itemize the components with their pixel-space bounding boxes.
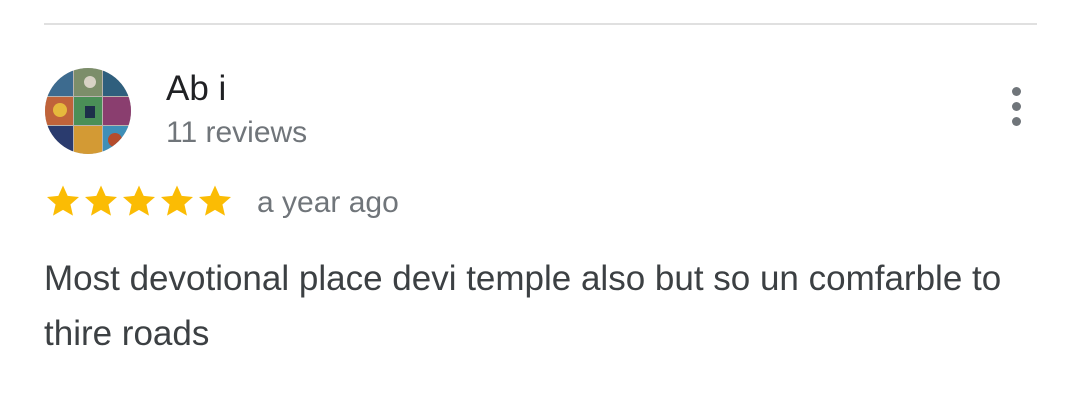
star-rating — [44, 181, 234, 221]
more-vert-icon-dot — [1011, 116, 1021, 126]
review-count: 11 reviews — [166, 116, 308, 149]
more-vert-icon-dot — [1011, 86, 1021, 96]
review-date: a year ago — [257, 186, 399, 219]
author-name[interactable]: Ab i — [166, 68, 226, 110]
review-text: Most devotional place devi temple also b… — [44, 259, 1002, 353]
star-icon — [123, 185, 155, 216]
star-icon — [161, 185, 193, 216]
avatar-image — [45, 68, 131, 154]
star-icon — [199, 185, 231, 216]
star-icon — [85, 185, 117, 216]
more-vert-icon-dot — [1011, 101, 1021, 111]
star-icon — [47, 185, 79, 216]
more-options-button[interactable] — [996, 84, 1036, 128]
author-avatar[interactable] — [45, 68, 131, 154]
top-divider — [44, 23, 1037, 25]
